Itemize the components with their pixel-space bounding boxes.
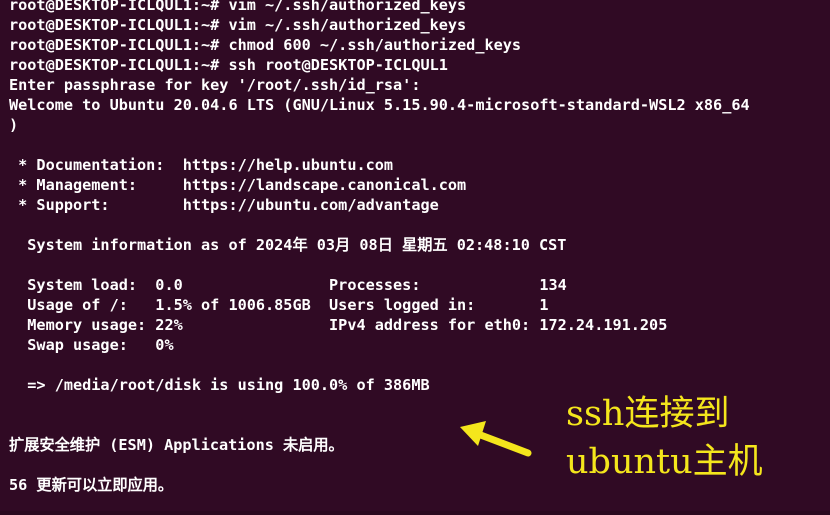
annotation-text-line1: ssh连接到: [566, 394, 730, 434]
terminal-line: Swap usage: 0%: [9, 336, 174, 354]
terminal-line: System information as of 2024年 03月 08日 星…: [9, 236, 567, 254]
terminal-line: System load: 0.0 Processes: 134: [9, 276, 567, 294]
terminal-line: Welcome to Ubuntu 20.04.6 LTS (GNU/Linux…: [9, 96, 750, 114]
terminal-line: ): [9, 116, 19, 134]
terminal-line: root@DESKTOP-ICLQUL1:~# vim ~/.ssh/autho…: [9, 0, 467, 14]
terminal-line: * Management: https://landscape.canonica…: [9, 176, 467, 194]
terminal-line: root@DESKTOP-ICLQUL1:~# chmod 600 ~/.ssh…: [9, 36, 522, 54]
terminal-line: 扩展安全维护 (ESM) Applications 未启用。: [9, 436, 344, 454]
terminal-line: 56 更新可以立即应用。: [9, 476, 174, 494]
terminal-line: root@DESKTOP-ICLQUL1:~# vim ~/.ssh/autho…: [9, 16, 467, 34]
terminal-line: Usage of /: 1.5% of 1006.85GB Users logg…: [9, 296, 549, 314]
terminal-line: => /media/root/disk is using 100.0% of 3…: [9, 376, 430, 394]
annotation-text-line2: ubuntu主机: [566, 442, 763, 482]
terminal-line: root@DESKTOP-ICLQUL1:~# ssh root@DESKTOP…: [9, 56, 448, 74]
terminal-line: Enter passphrase for key '/root/.ssh/id_…: [9, 76, 421, 94]
terminal-line: * Documentation: https://help.ubuntu.com: [9, 156, 394, 174]
terminal-window[interactable]: root@DESKTOP-ICLQUL1:~# vim ~/.ssh/autho…: [0, 0, 830, 515]
terminal-line: Memory usage: 22% IPv4 address for eth0:…: [9, 316, 668, 334]
terminal-line: * Support: https://ubuntu.com/advantage: [9, 196, 439, 214]
